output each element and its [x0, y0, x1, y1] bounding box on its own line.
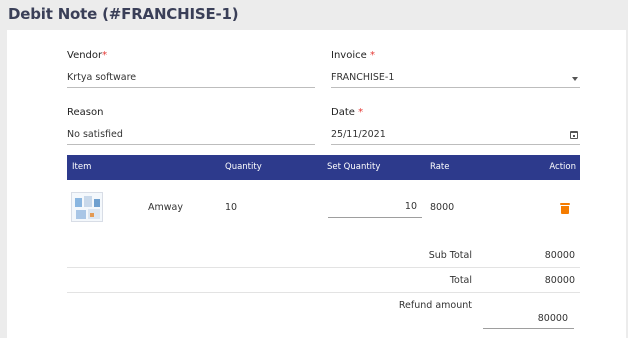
invoice-required-mark: *	[369, 50, 375, 61]
set-quantity-input[interactable]: 10	[328, 196, 422, 219]
refund-amount-underline	[483, 328, 574, 329]
set-quantity-underline	[328, 217, 422, 218]
date-field[interactable]: Date * 25/11/2021	[331, 107, 580, 147]
reason-value: No satisfied	[67, 129, 123, 140]
date-label: Date	[331, 107, 355, 118]
divider	[67, 292, 580, 293]
row-item-name: Amway	[148, 202, 183, 213]
reason-underline	[67, 144, 315, 145]
sub-total-label: Sub Total	[428, 250, 472, 261]
debit-note-form: Vendor* Krtya software Invoice * FRANCHI…	[7, 30, 626, 338]
invoice-label: Invoice	[331, 50, 367, 61]
refund-amount-input[interactable]: 80000	[483, 308, 574, 330]
items-table-header: Item Quantity Set Quantity Rate Action	[67, 155, 580, 180]
date-underline	[331, 144, 580, 145]
column-header-rate: Rate	[430, 162, 450, 172]
invoice-value: FRANCHISE-1	[331, 72, 395, 83]
row-quantity: 10	[225, 202, 238, 213]
date-required-mark: *	[358, 107, 364, 118]
refund-amount-value: 80000	[537, 313, 568, 324]
total-label: Total	[449, 275, 472, 286]
trash-icon[interactable]	[560, 203, 570, 214]
divider	[67, 267, 580, 268]
vendor-underline	[67, 87, 315, 88]
reason-label: Reason	[67, 107, 104, 118]
page-title: Debit Note (#FRANCHISE-1)	[8, 5, 239, 23]
vendor-required-mark: *	[102, 50, 108, 61]
column-header-item: Item	[72, 162, 92, 172]
date-value: 25/11/2021	[331, 129, 386, 140]
chevron-down-icon[interactable]	[572, 77, 578, 81]
set-quantity-value: 10	[404, 201, 417, 212]
column-header-action: Action	[549, 162, 576, 172]
vendor-value: Krtya software	[67, 72, 137, 83]
refund-amount-label: Refund amount	[398, 300, 472, 311]
sub-total-value: 80000	[544, 250, 575, 261]
reason-field[interactable]: Reason No satisfied	[67, 107, 315, 147]
column-header-quantity: Quantity	[225, 162, 262, 172]
vendor-label: Vendor	[67, 50, 103, 61]
vendor-field[interactable]: Vendor* Krtya software	[67, 50, 315, 90]
column-header-set-quantity: Set Quantity	[327, 162, 381, 172]
invoice-underline	[331, 87, 580, 88]
calendar-icon[interactable]	[570, 131, 578, 139]
total-value: 80000	[544, 275, 575, 286]
row-rate: 8000	[430, 202, 455, 213]
invoice-select[interactable]: Invoice * FRANCHISE-1	[331, 50, 580, 90]
product-thumbnail	[71, 192, 103, 222]
